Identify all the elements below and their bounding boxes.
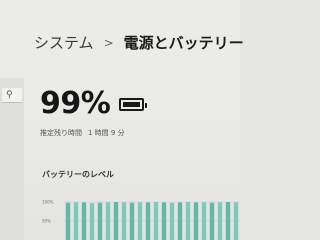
chevron-right-icon: > [103,36,114,50]
battery-level-bar[interactable] [145,202,151,240]
battery-level-bar[interactable] [113,202,119,240]
search-icon: ⚲ [6,90,13,100]
battery-level-bar[interactable] [161,202,167,240]
battery-fill-level [123,102,140,107]
battery-level-bar[interactable] [129,202,135,240]
battery-level-bar[interactable] [201,202,207,240]
battery-level-bar[interactable] [169,202,175,240]
battery-level-bar[interactable] [153,202,159,240]
battery-level-bar[interactable] [73,202,79,240]
battery-level-heading: バッテリーのレベル [42,170,114,179]
y-tick-label: 100% [42,200,54,205]
breadcrumb-item-system[interactable]: システム [34,32,94,54]
breadcrumb: システム > 電源とバッテリー [34,32,244,54]
battery-level-bar[interactable] [105,202,111,240]
battery-level-bar[interactable] [137,202,143,240]
battery-level-bar[interactable] [209,202,215,240]
battery-level-chart: 100% 50% [36,188,240,240]
battery-level-bar[interactable] [177,202,183,240]
battery-level-bar[interactable] [233,202,239,240]
battery-level-bar[interactable] [217,202,223,240]
remaining-time-value: 1 時間 9 分 [88,129,125,137]
battery-level-bar[interactable] [81,202,87,240]
battery-icon [119,98,147,111]
remaining-time-label: 推定残り時間 [40,129,82,137]
battery-level-bar[interactable] [185,202,191,240]
battery-level-bar[interactable] [121,202,127,240]
search-input[interactable]: ⚲ [2,88,22,103]
settings-window: ⚲ システム > 電源とバッテリー 99% 推定残り時間 1 時間 9 分 バッ… [0,0,244,240]
battery-level-bar[interactable] [97,202,103,240]
page-title: 電源とバッテリー [123,34,244,52]
battery-level-bar[interactable] [65,202,71,240]
battery-level-bar[interactable] [193,202,199,240]
battery-percentage: 99% [40,86,111,121]
battery-level-bar[interactable] [225,202,231,240]
battery-level-bar[interactable] [89,203,95,240]
estimated-time-remaining: 推定残り時間 1 時間 9 分 [40,128,125,138]
battery-level-chart-svg: 100% 50% [42,200,240,240]
y-tick-label: 50% [42,219,51,224]
